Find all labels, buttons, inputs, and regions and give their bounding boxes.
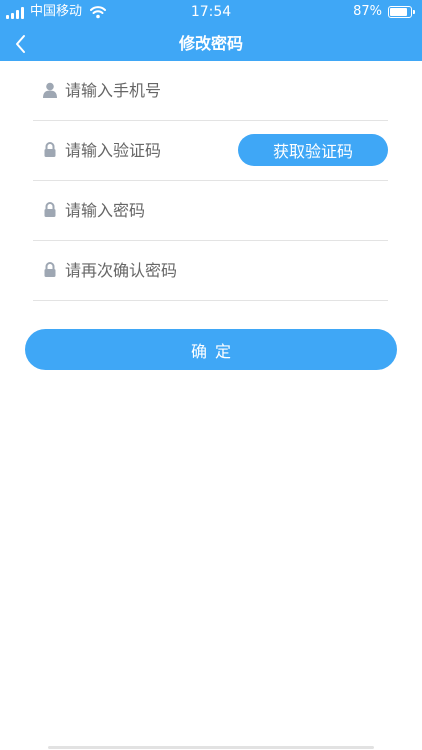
confirm-password-input[interactable] xyxy=(65,255,265,285)
lock-icon xyxy=(44,262,56,277)
password-form: 获取验证码 xyxy=(33,61,388,301)
home-indicator xyxy=(48,746,374,749)
confirm-button[interactable]: 确定 xyxy=(25,329,397,370)
battery-percent: 87% xyxy=(353,4,382,19)
user-icon xyxy=(43,82,57,98)
phone-row xyxy=(33,61,388,121)
confirm-password-row xyxy=(33,241,388,301)
page-title: 修改密码 xyxy=(178,34,243,53)
lock-icon xyxy=(44,142,56,157)
code-row: 获取验证码 xyxy=(33,121,388,181)
battery-icon xyxy=(388,6,415,18)
status-bar: 中国移动 17:54 87% xyxy=(0,0,422,26)
code-input[interactable] xyxy=(65,135,265,165)
header: 中国移动 17:54 87% 修改密码 xyxy=(0,0,422,61)
password-row xyxy=(33,181,388,241)
nav-bar: 修改密码 xyxy=(0,26,422,61)
get-code-button[interactable]: 获取验证码 xyxy=(238,134,388,166)
lock-icon xyxy=(44,202,56,217)
password-input[interactable] xyxy=(65,195,265,225)
phone-input[interactable] xyxy=(65,75,265,105)
